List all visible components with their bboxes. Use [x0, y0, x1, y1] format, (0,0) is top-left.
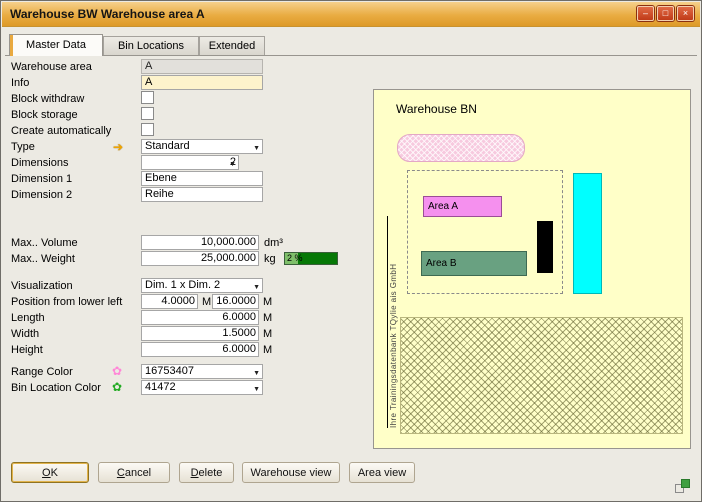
length-label: Length — [11, 311, 45, 326]
rack-shape — [573, 173, 602, 294]
tab-divider — [5, 55, 697, 56]
close-icon: × — [683, 8, 688, 18]
dimensions-label: Dimensions — [11, 156, 68, 171]
max-weight-label: Max.. Weight — [11, 252, 75, 267]
max-volume-field[interactable]: 10,000.000 — [141, 235, 259, 250]
chevron-down-icon: ▼ — [253, 383, 260, 395]
position-y-unit: M — [263, 295, 272, 310]
titlebar[interactable]: Warehouse BW Warehouse area A – □ × — [2, 2, 700, 27]
chevron-down-icon: ▼ — [253, 142, 260, 154]
blocked-area-hatch — [400, 317, 683, 434]
range-color-value: 16753407 — [145, 365, 194, 377]
bin-location-color-label: Bin Location Color — [11, 381, 101, 396]
dimensions-dropdown[interactable]: 2 ▼ — [141, 155, 239, 170]
ok-button[interactable]: OK — [11, 462, 89, 483]
cancel-button[interactable]: Cancel — [98, 462, 170, 483]
position-x-field[interactable]: 4.0000 — [141, 294, 198, 309]
block-withdraw-checkbox[interactable] — [141, 91, 154, 104]
bin-location-color-dropdown[interactable]: 41472 ▼ — [141, 380, 263, 395]
expand-form-icon-svg — [674, 478, 690, 494]
chevron-down-icon: ▼ — [229, 158, 236, 170]
window-title: Warehouse BW Warehouse area A — [10, 7, 205, 21]
warehouse-visualization-canvas: Warehouse BN Area A Area B Ihre Training… — [373, 89, 691, 449]
range-color-dropdown[interactable]: 16753407 ▼ — [141, 364, 263, 379]
position-label: Position from lower left — [11, 295, 122, 310]
visualization-label: Visualization — [11, 279, 73, 294]
area-a-shape[interactable]: Area A — [423, 196, 502, 217]
height-unit: M — [263, 343, 272, 358]
expand-form-icon[interactable] — [674, 478, 690, 494]
width-unit: M — [263, 327, 272, 342]
watermark-vertical-text: Ihre Trainingsdatenbank TQylie ais GmbH — [389, 216, 398, 428]
bin-location-color-value: 41472 — [145, 381, 176, 393]
max-weight-field[interactable]: 25,000.000 — [141, 251, 259, 266]
tab-bin-locations[interactable]: Bin Locations — [103, 36, 199, 55]
warehouse-area-label: Warehouse area — [11, 60, 92, 75]
close-button[interactable]: × — [677, 6, 694, 21]
dimension-1-field[interactable]: Ebene — [141, 171, 263, 186]
delete-button[interactable]: Delete — [179, 462, 234, 483]
max-weight-unit: kg — [264, 252, 276, 267]
range-color-label: Range Color — [11, 365, 73, 380]
length-field[interactable]: 6.0000 — [141, 310, 259, 325]
chevron-down-icon: ▼ — [253, 367, 260, 379]
dimension-2-field[interactable]: Reihe — [141, 187, 263, 202]
length-unit: M — [263, 311, 272, 326]
link-arrow-icon[interactable]: ➔ — [113, 140, 123, 154]
block-withdraw-label: Block withdraw — [11, 92, 84, 107]
position-x-unit: M — [202, 295, 211, 310]
staging-zone-shape — [397, 134, 525, 162]
minimize-button[interactable]: – — [637, 6, 654, 21]
area-b-shape[interactable]: Area B — [421, 251, 527, 276]
position-y-field[interactable]: 16.0000 — [212, 294, 259, 309]
block-storage-label: Block storage — [11, 108, 78, 123]
tab-master-data[interactable]: Master Data — [9, 34, 103, 56]
create-automatically-checkbox[interactable] — [141, 123, 154, 136]
warehouse-view-button[interactable]: Warehouse view — [242, 462, 340, 483]
minimize-icon: – — [643, 8, 648, 18]
canvas-title: Warehouse BN — [396, 102, 477, 116]
pillar-shape — [537, 221, 553, 273]
max-volume-unit: dm³ — [264, 236, 283, 251]
dimension-2-label: Dimension 2 — [11, 188, 72, 203]
warehouse-area-field: A — [141, 59, 263, 74]
type-label: Type — [11, 140, 35, 155]
area-view-button[interactable]: Area view — [349, 462, 415, 483]
width-field[interactable]: 1.5000 — [141, 326, 259, 341]
dimension-1-label: Dimension 1 — [11, 172, 72, 187]
height-field[interactable]: 6.0000 — [141, 342, 259, 357]
wall-line — [387, 216, 388, 428]
block-storage-checkbox[interactable] — [141, 107, 154, 120]
range-color-swatch-icon: ✿ — [112, 364, 122, 378]
weight-usage-bar: 2 % — [284, 252, 338, 265]
visualization-dropdown[interactable]: Dim. 1 x Dim. 2 ▼ — [141, 278, 263, 293]
type-dropdown[interactable]: Standard ▼ — [141, 139, 263, 154]
max-volume-label: Max.. Volume — [11, 236, 78, 251]
width-label: Width — [11, 327, 39, 342]
info-label: Info — [11, 76, 29, 91]
height-label: Height — [11, 343, 43, 358]
bin-location-color-swatch-icon: ✿ — [112, 380, 122, 394]
create-automatically-label: Create automatically — [11, 124, 111, 139]
visualization-value: Dim. 1 x Dim. 2 — [145, 279, 220, 291]
type-value: Standard — [145, 140, 190, 152]
info-field[interactable]: A — [141, 75, 263, 90]
warehouse-area-window: Warehouse BW Warehouse area A – □ × Mast… — [0, 0, 702, 502]
window-controls: – □ × — [637, 6, 694, 21]
restore-icon: □ — [663, 8, 668, 18]
tab-extended[interactable]: Extended — [199, 36, 265, 55]
restore-button[interactable]: □ — [657, 6, 674, 21]
chevron-down-icon: ▼ — [253, 281, 260, 293]
